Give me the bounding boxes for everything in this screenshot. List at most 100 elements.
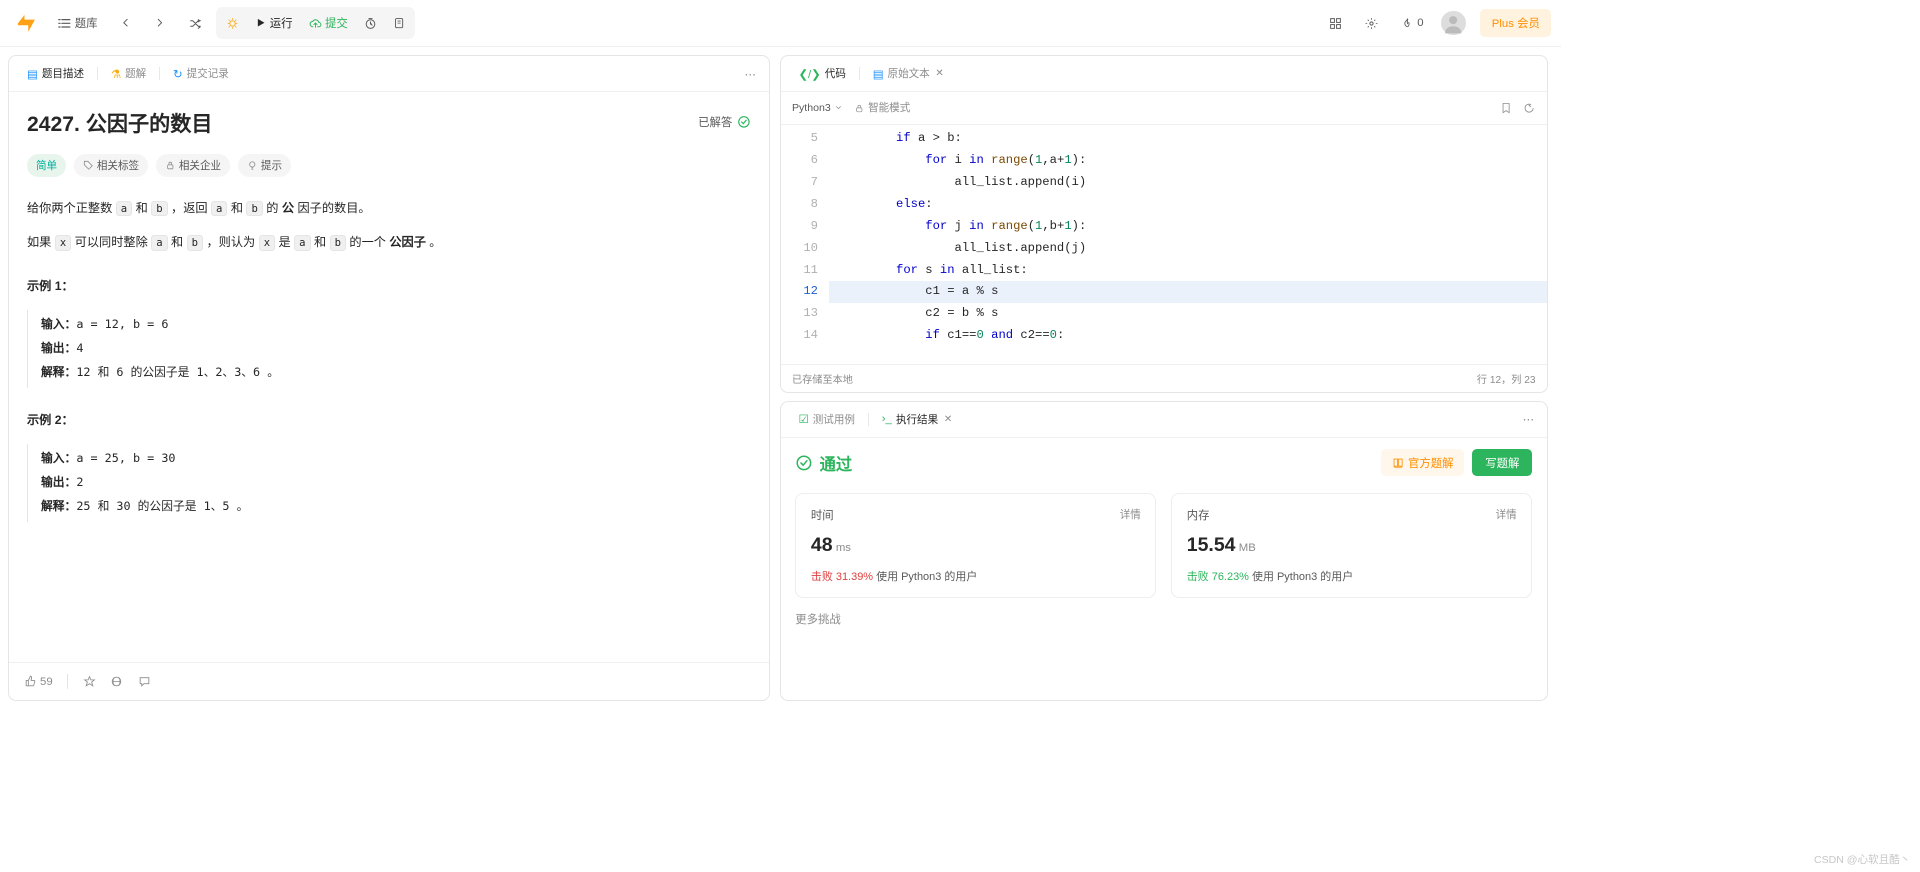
plus-button[interactable]: Plus 会员: [1480, 9, 1551, 36]
write-solution[interactable]: 写题解: [1472, 449, 1532, 476]
cursor-pos: 行 12，列 23: [1477, 371, 1536, 386]
submit-button[interactable]: 提交: [301, 8, 356, 37]
panel-more[interactable]: ⋯: [1523, 412, 1536, 426]
grid-icon: [1329, 17, 1342, 30]
smart-mode[interactable]: 智能模式: [854, 100, 910, 115]
tab-code[interactable]: ❮/❯代码: [792, 61, 852, 86]
topbar: 题库 运行 提交 0 Plus 会员: [0, 0, 1561, 47]
book-icon: [1392, 457, 1404, 469]
mem-value: 15.54: [1187, 534, 1236, 556]
shuffle[interactable]: [180, 8, 209, 37]
panel-more[interactable]: ⋯: [744, 67, 757, 81]
history-icon: ↻: [173, 67, 183, 81]
link-icon: [110, 675, 123, 688]
timer[interactable]: [356, 8, 385, 37]
hint-chip[interactable]: 提示: [238, 154, 291, 177]
difficulty-chip[interactable]: 简单: [27, 154, 66, 177]
code-editor[interactable]: 567891011121314 if a > b: for i in range…: [781, 125, 1547, 365]
like-button[interactable]: 59: [24, 675, 53, 688]
example-2: 输入：a = 25, b = 30 输出：2 解释：25 和 30 的公因子是 …: [27, 444, 751, 522]
list-icon: [57, 16, 72, 31]
tag-icon: [83, 160, 94, 171]
logo[interactable]: [15, 12, 38, 35]
desc-bottom-bar: 59: [9, 662, 769, 699]
layout[interactable]: [1321, 8, 1350, 37]
fire-icon: [1401, 17, 1414, 30]
feedback-button[interactable]: [138, 675, 151, 688]
example-1-title: 示例 1：: [27, 275, 751, 298]
lock-icon: [165, 160, 176, 171]
mem-desc: 击败 76.23% 使用 Python3 的用户: [1187, 568, 1517, 584]
user-icon: [1441, 11, 1465, 35]
thumbs-up-icon: [24, 675, 37, 688]
left-tabs: ▤题目描述 ⚗题解 ↻提交记录 ⋯: [9, 56, 769, 92]
more-challenges[interactable]: 更多挑战: [781, 611, 1547, 630]
bookmark-icon[interactable]: [1500, 102, 1512, 114]
doc-icon: ▤: [27, 67, 38, 81]
debug[interactable]: [218, 8, 247, 37]
mem-detail[interactable]: 详情: [1496, 507, 1517, 522]
example-2-title: 示例 2：: [27, 409, 751, 432]
solved-badge: 已解答: [698, 114, 751, 130]
official-solution[interactable]: 官方题解: [1381, 449, 1464, 476]
next-problem[interactable]: [146, 8, 174, 37]
streak-count: 0: [1417, 17, 1423, 29]
gear-icon: [1365, 17, 1378, 30]
tab-solution[interactable]: ⚗题解: [104, 61, 152, 86]
reset-icon[interactable]: [1523, 102, 1535, 114]
close-icon[interactable]: ✕: [944, 414, 952, 425]
description-panel: ▤题目描述 ⚗题解 ↻提交记录 ⋯ 2427. 公因子的数目 已解答 简单 相关…: [8, 55, 770, 701]
editor-toolbar: Python3 智能模式: [781, 92, 1547, 125]
companies-chip[interactable]: 相关企业: [156, 154, 230, 177]
description-content: 2427. 公因子的数目 已解答 简单 相关标签 相关企业 提示 给你两个正整数…: [9, 92, 769, 662]
problems-label: 题库: [75, 15, 98, 31]
flask-icon: ⚗: [111, 67, 121, 81]
link-button[interactable]: [110, 675, 123, 688]
lock-icon: [854, 103, 865, 114]
notes[interactable]: [385, 8, 413, 37]
chevron-down-icon: [834, 103, 843, 112]
chevron-right-icon: [154, 17, 165, 28]
code-icon: ❮/❯: [798, 67, 820, 81]
tab-description[interactable]: ▤题目描述: [21, 61, 91, 86]
bulb-icon: [247, 160, 258, 171]
pass-label: 通过: [795, 451, 852, 475]
language-select[interactable]: Python3: [792, 102, 843, 114]
bug-icon: [226, 17, 239, 30]
problem-statement: 给你两个正整数 a 和 b ，返回 a 和 b 的 公 因子的数目。 如果 x …: [27, 197, 751, 523]
prev-problem[interactable]: [112, 8, 140, 37]
time-label: 时间: [811, 507, 834, 523]
tags-chip[interactable]: 相关标签: [74, 154, 148, 177]
run-button[interactable]: 运行: [247, 8, 301, 37]
time-value: 48: [811, 534, 833, 556]
line-gutter: 567891011121314: [781, 125, 830, 365]
stats-row: 时间详情 48ms 击败 31.39% 使用 Python3 的用户 内存详情 …: [781, 485, 1547, 612]
example-1: 输入：a = 12, b = 6 输出：4 解释：12 和 6 的公因子是 1、…: [27, 310, 751, 388]
code-panel: ❮/❯代码 ▤原始文本✕ Python3 智能模式 56789101112131…: [780, 55, 1548, 393]
clock-icon: [364, 17, 377, 30]
time-desc: 击败 31.39% 使用 Python3 的用户: [811, 568, 1141, 584]
tab-submissions[interactable]: ↻提交记录: [167, 61, 236, 86]
chevron-left-icon: [120, 17, 131, 28]
settings[interactable]: [1357, 8, 1386, 37]
result-actions: 官方题解 写题解: [1381, 449, 1532, 476]
tab-result[interactable]: ›_执行结果✕: [875, 407, 958, 432]
code-lines[interactable]: if a > b: for i in range(1,a+1): all_lis…: [829, 125, 1547, 365]
result-panel: ☑测试用例 ›_执行结果✕ ⋯ 通过 官方题解 写题解 时间详情 48ms: [780, 401, 1548, 701]
tab-testcases[interactable]: ☑测试用例: [792, 407, 861, 432]
star-button[interactable]: [83, 675, 96, 688]
right-column: ❮/❯代码 ▤原始文本✕ Python3 智能模式 56789101112131…: [775, 47, 1553, 709]
note-icon: [393, 17, 405, 29]
tab-raw[interactable]: ▤原始文本✕: [866, 61, 950, 86]
shuffle-icon: [189, 17, 202, 30]
save-status: 已存储至本地: [792, 371, 853, 386]
close-icon[interactable]: ✕: [935, 68, 943, 79]
time-card: 时间详情 48ms 击败 31.39% 使用 Python3 的用户: [795, 493, 1156, 599]
check-circle-icon: [795, 454, 813, 472]
problems-link[interactable]: 题库: [49, 8, 106, 37]
run-label: 运行: [270, 15, 293, 31]
avatar[interactable]: [1441, 11, 1465, 35]
time-detail[interactable]: 详情: [1120, 507, 1141, 522]
streak[interactable]: 0: [1393, 8, 1432, 37]
star-icon: [83, 675, 96, 688]
